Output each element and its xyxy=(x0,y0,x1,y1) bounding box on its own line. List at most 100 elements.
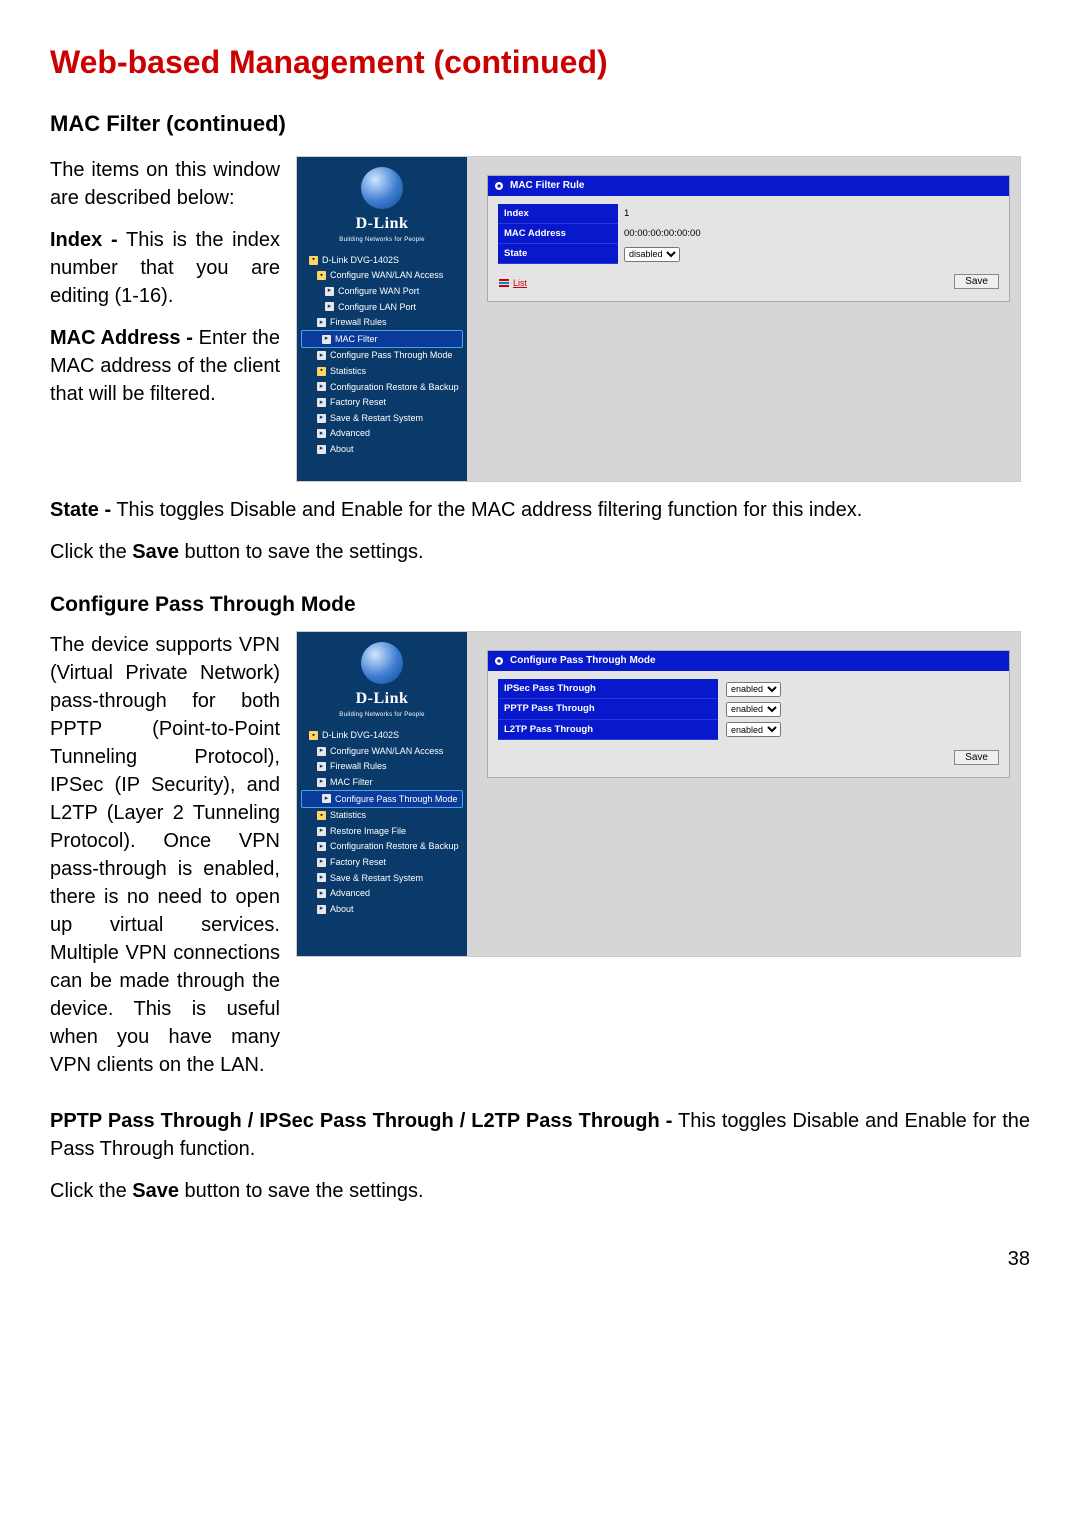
page-icon: ▸ xyxy=(325,302,334,311)
nav-item[interactable]: ▸ About xyxy=(297,442,467,458)
intro-text: The items on this window are described b… xyxy=(50,156,280,212)
folder-icon: ▪ xyxy=(309,731,318,740)
nav-item-label: MAC Filter xyxy=(335,333,378,346)
save-button[interactable]: Save xyxy=(954,274,999,289)
page-icon: ▸ xyxy=(317,382,326,391)
nav-item-label: D-Link DVG-1402S xyxy=(322,254,399,267)
brand-logo: D-Link Building Networks for People xyxy=(297,638,467,722)
globe-icon xyxy=(361,642,403,684)
label-state: State xyxy=(498,244,618,264)
state-desc: State - This toggles Disable and Enable … xyxy=(50,496,1030,524)
nav-item-label: About xyxy=(330,903,354,916)
folder-icon: ▪ xyxy=(317,811,326,820)
panel-title: MAC Filter Rule xyxy=(510,179,584,193)
page-icon: ▸ xyxy=(317,414,326,423)
state-select[interactable]: disabled xyxy=(624,247,680,262)
page-icon: ▸ xyxy=(317,429,326,438)
nav-item-label: Firewall Rules xyxy=(330,760,387,773)
ipsec-select[interactable]: enabled xyxy=(726,682,781,697)
page-icon: ▸ xyxy=(317,747,326,756)
nav-item[interactable]: ▪ Statistics xyxy=(297,808,467,824)
nav-item-label: Factory Reset xyxy=(330,856,386,869)
page-icon: ▸ xyxy=(317,351,326,360)
nav-item[interactable]: ▸ Restore Image File xyxy=(297,823,467,839)
brand-tagline: Building Networks for People xyxy=(297,236,467,244)
page-icon: ▸ xyxy=(317,445,326,454)
gear-icon xyxy=(494,656,504,666)
nav-item-label: Statistics xyxy=(330,809,366,822)
page-icon: ▸ xyxy=(317,889,326,898)
list-link-label: List xyxy=(513,277,527,290)
nav-item[interactable]: ▸ Configure LAN Port xyxy=(297,299,467,315)
panel-header: Configure Pass Through Mode xyxy=(488,651,1009,671)
nav-item[interactable]: ▪ D-Link DVG-1402S xyxy=(297,252,467,268)
nav-item-label: Statistics xyxy=(330,365,366,378)
nav-item[interactable]: ▪Statistics xyxy=(297,364,467,380)
page-title: Web-based Management (continued) xyxy=(50,40,1030,85)
list-link[interactable]: List xyxy=(498,277,527,290)
folder-icon: ▪ xyxy=(317,271,326,280)
nav-item[interactable]: ▸ MAC Filter xyxy=(301,330,463,348)
label-mac: MAC Address xyxy=(498,224,618,244)
nav-item-label: About xyxy=(330,443,354,456)
nav-item[interactable]: ▸ Factory Reset xyxy=(297,855,467,871)
list-icon xyxy=(498,277,510,289)
page-icon: ▸ xyxy=(317,873,326,882)
nav-item-label: Configure LAN Port xyxy=(338,301,416,314)
nav-item-label: Save & Restart System xyxy=(330,412,423,425)
nav-item[interactable]: ▸Firewall Rules xyxy=(297,315,467,331)
pass-through-desc: The device supports VPN (Virtual Private… xyxy=(50,631,280,1079)
nav-item-label: MAC Filter xyxy=(330,776,373,789)
screenshot-mac-filter: D-Link Building Networks for People ▪ D-L… xyxy=(296,156,1021,482)
page-icon: ▸ xyxy=(317,905,326,914)
nav-item[interactable]: ▪D-Link DVG-1402S xyxy=(297,728,467,744)
nav-item[interactable]: ▸Configuration Restore & Backup xyxy=(297,839,467,855)
nav-item[interactable]: ▸ Factory Reset xyxy=(297,395,467,411)
nav-item[interactable]: ▸ About xyxy=(297,901,467,917)
page-icon: ▸ xyxy=(317,398,326,407)
l2tp-select[interactable]: enabled xyxy=(726,722,781,737)
nav-item-label: Restore Image File xyxy=(330,825,406,838)
nav-item[interactable]: ▸Advanced xyxy=(297,886,467,902)
pptp-select[interactable]: enabled xyxy=(726,702,781,717)
page-icon: ▸ xyxy=(322,335,331,344)
nav-tree: ▪ D-Link DVG-1402S ▪ Configure WAN/LAN Acce… xyxy=(297,252,467,457)
pass-through-toggles-desc: PPTP Pass Through / IPSec Pass Through /… xyxy=(50,1107,1030,1163)
nav-item[interactable]: ▸ Save & Restart System xyxy=(297,410,467,426)
brand-name: D-Link xyxy=(297,688,467,710)
nav-item[interactable]: ▸MAC Filter xyxy=(297,775,467,791)
nav-item[interactable]: ▪ Configure WAN/LAN Access xyxy=(297,268,467,284)
value-index: 1 xyxy=(618,205,999,222)
save-button[interactable]: Save xyxy=(954,750,999,765)
nav-item[interactable]: ▸Configuration Restore & Backup xyxy=(297,379,467,395)
nav-item[interactable]: ▸Advanced xyxy=(297,426,467,442)
nav-item-label: Configure WAN/LAN Access xyxy=(330,745,443,758)
nav-item-label: Configure Pass Through Mode xyxy=(335,793,457,806)
nav-item[interactable]: ▸Configure WAN Port xyxy=(297,284,467,300)
save-instruction-1: Click the Save button to save the settin… xyxy=(50,538,1030,566)
nav-item[interactable]: ▸ Save & Restart System xyxy=(297,870,467,886)
brand-name: D-Link xyxy=(297,213,467,235)
page-icon: ▸ xyxy=(317,827,326,836)
nav-tree: ▪D-Link DVG-1402S ▸ Configure WAN/LAN Acce… xyxy=(297,728,467,917)
nav-item-label: Save & Restart System xyxy=(330,872,423,885)
index-desc: Index - This is the index number that yo… xyxy=(50,226,280,310)
page-icon: ▸ xyxy=(317,842,326,851)
page-number: 38 xyxy=(50,1245,1030,1273)
folder-icon: ▪ xyxy=(309,256,318,265)
nav-item-label: Configure WAN/LAN Access xyxy=(330,269,443,282)
globe-icon xyxy=(361,167,403,209)
nav-item[interactable]: ▸Firewall Rules xyxy=(297,759,467,775)
page-icon: ▸ xyxy=(317,858,326,867)
brand-tagline: Building Networks for People xyxy=(297,711,467,719)
label-pptp: PPTP Pass Through xyxy=(498,699,718,719)
label-l2tp: L2TP Pass Through xyxy=(498,720,718,740)
sidebar: D-Link Building Networks for People ▪ D-L… xyxy=(297,157,467,481)
sidebar: D-Link Building Networks for People ▪D-L… xyxy=(297,632,467,956)
nav-item[interactable]: ▸ Configure Pass Through Mode xyxy=(301,790,463,808)
page-icon: ▸ xyxy=(322,794,331,803)
nav-item[interactable]: ▸ Configure WAN/LAN Access xyxy=(297,743,467,759)
gear-icon xyxy=(494,181,504,191)
nav-item[interactable]: ▸Configure Pass Through Mode xyxy=(297,348,467,364)
nav-item-label: Factory Reset xyxy=(330,396,386,409)
